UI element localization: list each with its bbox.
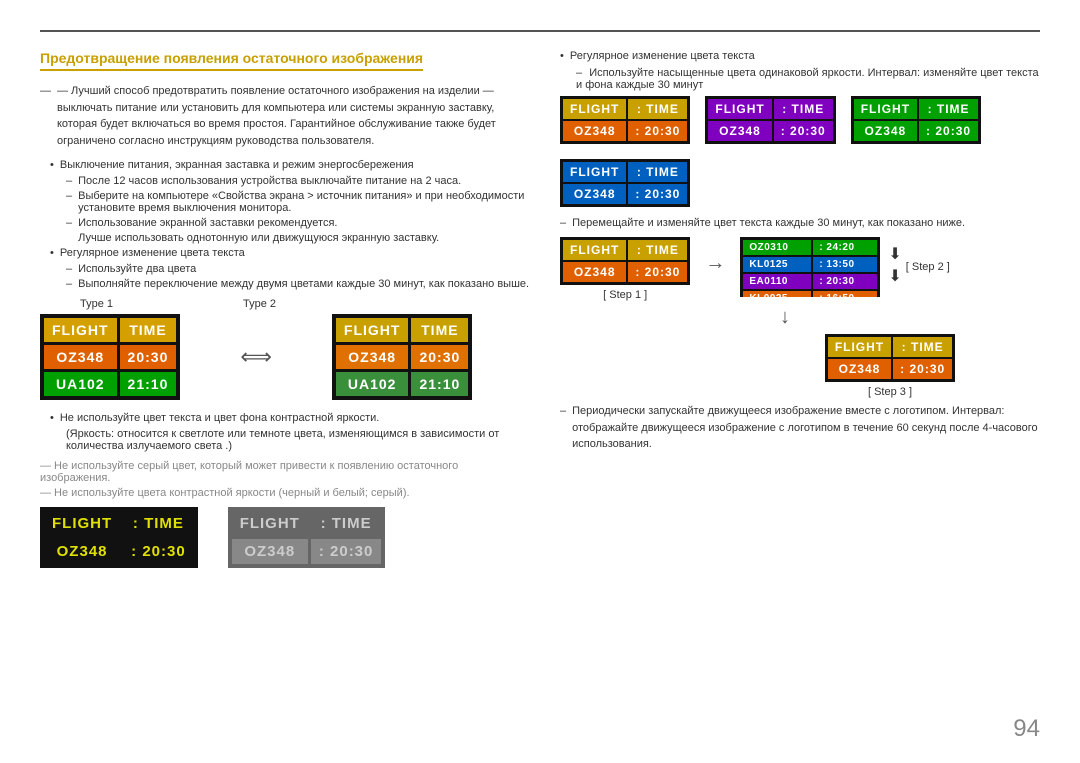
- sub-item-2-1: – Используйте два цвета: [66, 263, 530, 275]
- t1-header2: TIME: [120, 318, 177, 342]
- variant1: FLIGHT : TIME OZ348 : 20:30: [560, 96, 690, 144]
- bullet-item-1: • Выключение питания, экранная заставка …: [50, 159, 530, 171]
- step-note: – Перемещайте и изменяйте цвет текста ка…: [560, 217, 1040, 229]
- cb-row1c1: OZ348: [44, 539, 120, 564]
- t1-header1: FLIGHT: [44, 318, 117, 342]
- step2-display: OZ0310 : 24:20 KL0125 : 13:50 EA0110 : 2…: [740, 237, 880, 297]
- t1-row1c1: OZ348: [44, 345, 117, 369]
- sub-list-1: – После 12 часов использования устройств…: [66, 175, 530, 244]
- type-labels: Type 1 Type 2: [80, 298, 530, 310]
- gb-header2: : TIME: [311, 511, 382, 536]
- right-bullet1: • Регулярное изменение цвета текста: [560, 50, 1040, 62]
- arrow-step2-to-3: ↓: [780, 306, 1040, 329]
- t2-header1: FLIGHT: [336, 318, 409, 342]
- intro-text: — — Лучший способ предотвратить появлени…: [40, 83, 530, 149]
- left-column: Предотвращение появления остаточного изо…: [40, 50, 530, 574]
- step3-label: [ Step 3 ]: [868, 386, 912, 398]
- page-number: 94: [1013, 715, 1040, 743]
- contrast-bullet: • Не используйте цвет текста и цвет фона…: [50, 412, 530, 424]
- steps-row-1: FLIGHT : TIME OZ348 : 20:30 [ Step 1 ] →…: [560, 237, 1040, 301]
- step2-box: OZ0310 : 24:20 KL0125 : 13:50 EA0110 : 2…: [740, 237, 949, 297]
- t1-row2c1: UA102: [44, 372, 117, 396]
- sub-item-1-1: – После 12 часов использования устройств…: [66, 175, 530, 187]
- variant2: FLIGHT : TIME OZ348 : 20:30: [705, 96, 835, 144]
- contrast-bad-display: FLIGHT : TIME OZ348 : 20:30: [40, 507, 198, 568]
- step-area: FLIGHT : TIME OZ348 : 20:30 [ Step 1 ] →…: [560, 237, 1040, 453]
- t1-row2c2: 21:10: [120, 372, 177, 396]
- page: Предотвращение появления остаточного изо…: [0, 0, 1080, 763]
- t1-row1c2: 20:30: [120, 345, 177, 369]
- sub-item-2-2: – Выполняйте переключение между двумя цв…: [66, 278, 530, 290]
- bullet-item-2: • Регулярное изменение цвета текста: [50, 247, 530, 259]
- bidirectional-arrow: ⟺: [240, 344, 272, 370]
- type1-display: FLIGHT TIME OZ348 20:30 UA102 21:10: [40, 314, 180, 400]
- type-displays: FLIGHT TIME OZ348 20:30 UA102 21:10 ⟺ FL…: [40, 314, 530, 400]
- t2-row1c1: OZ348: [336, 345, 409, 369]
- contrast-sub: (Яркость: относится к светлоте или темно…: [66, 428, 530, 452]
- t2-header2: TIME: [411, 318, 468, 342]
- sub-list-2: – Используйте два цвета – Выполняйте пер…: [66, 263, 530, 290]
- sub-item-1-3: – Использование экранной заставки рекоме…: [66, 217, 530, 229]
- contrast-warning3: — Не используйте цвета контрастной яркос…: [40, 487, 530, 499]
- sub-item-1-4: – Лучше использовать однотонную или движ…: [66, 232, 530, 244]
- sub-item-1-2: – Выберите на компьютере «Свойства экран…: [66, 190, 530, 214]
- type2-display: FLIGHT TIME OZ348 20:30 UA102 21:10: [332, 314, 472, 400]
- variant4: FLIGHT : TIME OZ348 : 20:30: [560, 159, 690, 207]
- section-title: Предотвращение появления остаточного изо…: [40, 50, 530, 83]
- step1-display: FLIGHT : TIME OZ348 : 20:30: [560, 237, 690, 285]
- cb-header1: FLIGHT: [44, 511, 120, 536]
- gb-header1: FLIGHT: [232, 511, 308, 536]
- bullet-list-1: • Выключение питания, экранная заставка …: [50, 159, 530, 290]
- top-line: [40, 30, 1040, 32]
- gb-row1c2: : 20:30: [311, 539, 382, 564]
- content-area: Предотвращение появления остаточного изо…: [40, 50, 1040, 574]
- variant3: FLIGHT : TIME OZ348 : 20:30: [851, 96, 981, 144]
- gray-warning: — Не используйте серый цвет, который мож…: [40, 460, 530, 484]
- t2-row1c2: 20:30: [411, 345, 468, 369]
- cb-row1c2: : 20:30: [123, 539, 194, 564]
- cb-header2: : TIME: [123, 511, 194, 536]
- arrow-step1-to-2: →: [705, 252, 725, 275]
- scroll-arrows: ⬇ ⬇: [888, 244, 901, 286]
- color-variants: FLIGHT : TIME OZ348 : 20:30 FLIGHT : TIM…: [560, 96, 1040, 207]
- t2-row2c2: 21:10: [411, 372, 468, 396]
- gray-bad-display: FLIGHT : TIME OZ348 : 20:30: [228, 507, 386, 568]
- step1-box: FLIGHT : TIME OZ348 : 20:30 [ Step 1 ]: [560, 237, 690, 301]
- right-sub1: – Используйте насыщенные цвета одинаково…: [576, 67, 1040, 91]
- step3-box: FLIGHT : TIME OZ348 : 20:30 [ Step 3 ]: [740, 334, 1040, 398]
- step3-display: FLIGHT : TIME OZ348 : 20:30: [825, 334, 955, 382]
- contrast-warning-block: • Не используйте цвет текста и цвет фона…: [50, 412, 530, 452]
- right-column: • Регулярное изменение цвета текста – Ис…: [560, 50, 1040, 574]
- bottom-note: – Периодически запускайте движущееся изо…: [560, 403, 1040, 453]
- step2-label: [ Step 2 ]: [906, 261, 950, 273]
- t2-row2c1: UA102: [336, 372, 409, 396]
- step1-label: [ Step 1 ]: [603, 289, 647, 301]
- gb-row1c1: OZ348: [232, 539, 308, 564]
- contrast-displays: FLIGHT : TIME OZ348 : 20:30 FLIGHT : TIM…: [40, 507, 530, 568]
